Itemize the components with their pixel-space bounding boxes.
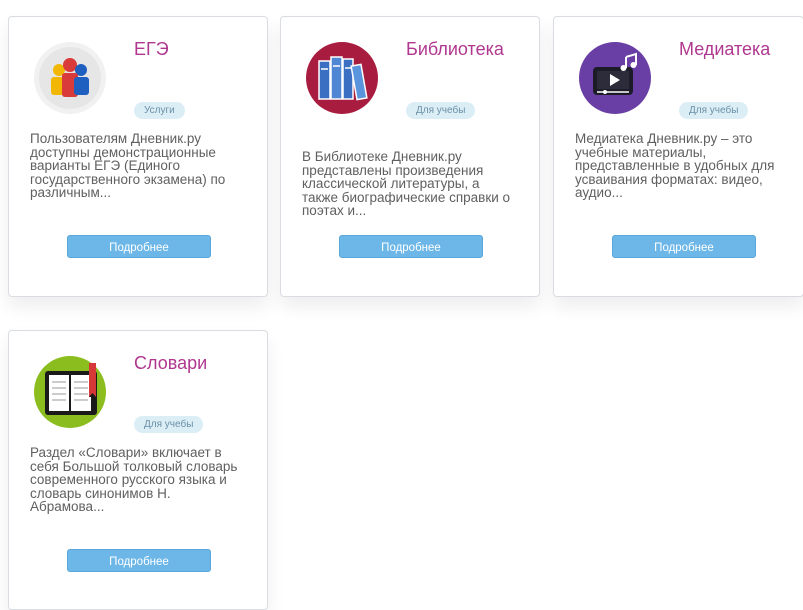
category-badge: Услуги	[134, 102, 185, 119]
more-button[interactable]: Подробнее	[339, 235, 483, 258]
card-title[interactable]: Медиатека	[679, 39, 770, 60]
category-badge: Для учебы	[406, 102, 476, 119]
more-button[interactable]: Подробнее	[612, 235, 756, 258]
service-card-ege[interactable]: ЕГЭ Услуги Пользователям Дневник.ру дост…	[8, 16, 268, 297]
card-description: В Библиотеке Дневник.ру представлены про…	[302, 150, 511, 216]
service-card-media[interactable]: Медиатека Для учебы Медиатека Дневник.ру…	[553, 16, 803, 297]
category-badge: Для учебы	[679, 102, 749, 119]
library-books-icon	[305, 41, 379, 115]
category-badge: Для учебы	[134, 416, 204, 433]
ege-people-icon	[33, 41, 107, 115]
dictionary-book-icon	[33, 355, 107, 429]
service-card-dictionaries[interactable]: Словари Для учебы Раздел «Словари» включ…	[8, 330, 268, 610]
card-title[interactable]: Библиотека	[406, 39, 504, 60]
card-description: Раздел «Словари» включает в себя Большой…	[30, 446, 238, 514]
media-player-icon	[578, 41, 652, 115]
card-description: Пользователям Дневник.ру доступны демонс…	[30, 132, 226, 200]
card-title[interactable]: ЕГЭ	[134, 39, 169, 60]
service-card-library[interactable]: Библиотека Для учебы В Библиотеке Дневни…	[280, 16, 540, 297]
more-button[interactable]: Подробнее	[67, 235, 211, 258]
more-button[interactable]: Подробнее	[67, 549, 211, 572]
card-description: Медиатека Дневник.ру – это учебные матер…	[575, 132, 775, 200]
card-title[interactable]: Словари	[134, 353, 207, 374]
